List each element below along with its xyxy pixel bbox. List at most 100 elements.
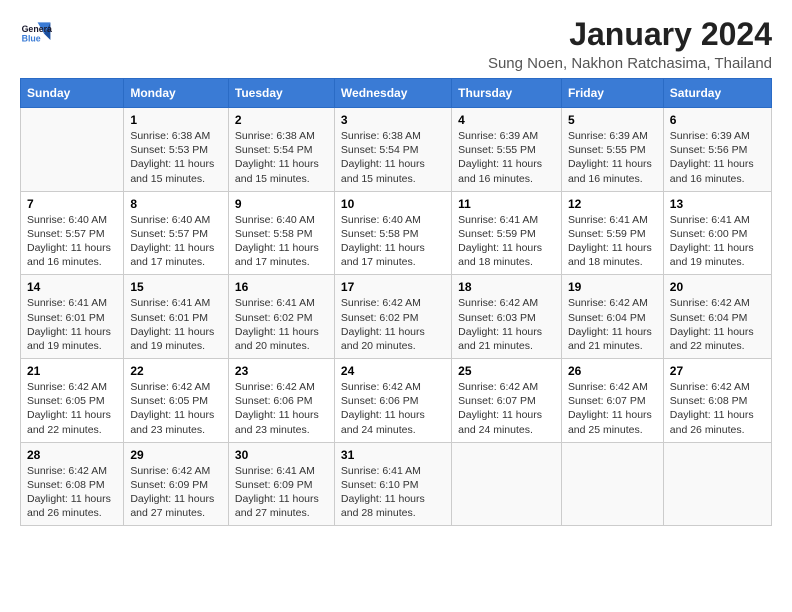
day-cell: 24Sunrise: 6:42 AMSunset: 6:06 PMDayligh… xyxy=(334,359,451,443)
day-number: 26 xyxy=(568,364,657,378)
week-row-2: 14Sunrise: 6:41 AMSunset: 6:01 PMDayligh… xyxy=(21,275,772,359)
day-number: 10 xyxy=(341,197,445,211)
week-row-4: 28 Sunrise: 6:42 AMSunset: 6:08 PMDayligh… xyxy=(21,442,772,526)
day-number: 28 xyxy=(27,448,117,462)
day-number: 15 xyxy=(130,280,222,294)
day-info: Sunrise: 6:42 AMSunset: 6:07 PMDaylight:… xyxy=(458,381,542,436)
day-number: 16 xyxy=(235,280,328,294)
day-cell: 15Sunrise: 6:41 AMSunset: 6:01 PMDayligh… xyxy=(124,275,229,359)
day-number: 20 xyxy=(670,280,765,294)
day-number: 13 xyxy=(670,197,765,211)
week-row-3: 21Sunrise: 6:42 AMSunset: 6:05 PMDayligh… xyxy=(21,359,772,443)
day-info: Sunrise: 6:42 AMSunset: 6:06 PMDaylight:… xyxy=(235,381,319,436)
day-info: Sunrise: 6:42 AMSunset: 6:06 PMDaylight:… xyxy=(341,381,425,436)
day-info: Sunrise: 6:40 AMSunset: 5:57 PMDaylight:… xyxy=(130,214,214,269)
day-info: Sunrise: 6:41 AMSunset: 5:59 PMDaylight:… xyxy=(458,214,542,269)
day-number: 31 xyxy=(341,448,445,462)
day-info: Sunrise: 6:39 AMSunset: 5:56 PMDaylight:… xyxy=(670,130,754,185)
day-cell: 9Sunrise: 6:40 AMSunset: 5:58 PMDaylight… xyxy=(228,191,334,275)
day-info: Sunrise: 6:42 AMSunset: 6:08 PMDaylight:… xyxy=(670,381,754,436)
day-info: Sunrise: 6:42 AMSunset: 6:03 PMDaylight:… xyxy=(458,297,542,352)
day-info: Sunrise: 6:40 AMSunset: 5:58 PMDaylight:… xyxy=(341,214,425,269)
day-cell: 23 Sunrise: 6:42 AMSunset: 6:06 PMDayligh… xyxy=(228,359,334,443)
header-cell-friday: Friday xyxy=(561,79,663,108)
day-cell: 7Sunrise: 6:40 AMSunset: 5:57 PMDaylight… xyxy=(21,191,124,275)
svg-text:Blue: Blue xyxy=(22,34,41,44)
day-cell: 13 Sunrise: 6:41 AMSunset: 6:00 PMDayligh… xyxy=(663,191,771,275)
day-info: Sunrise: 6:42 AMSunset: 6:09 PMDaylight:… xyxy=(130,465,214,520)
calendar-table: SundayMondayTuesdayWednesdayThursdayFrid… xyxy=(20,78,772,526)
day-info: Sunrise: 6:42 AMSunset: 6:07 PMDaylight:… xyxy=(568,381,652,436)
day-number: 29 xyxy=(130,448,222,462)
subtitle: Sung Noen, Nakhon Ratchasima, Thailand xyxy=(488,55,772,72)
day-cell: 16 Sunrise: 6:41 AMSunset: 6:02 PMDayligh… xyxy=(228,275,334,359)
day-info: Sunrise: 6:42 AMSunset: 6:05 PMDaylight:… xyxy=(130,381,214,436)
day-info: Sunrise: 6:41 AMSunset: 6:00 PMDaylight:… xyxy=(670,214,754,269)
day-info: Sunrise: 6:41 AMSunset: 6:10 PMDaylight:… xyxy=(341,465,425,520)
day-info: Sunrise: 6:41 AMSunset: 6:09 PMDaylight:… xyxy=(235,465,319,520)
logo: General Blue xyxy=(20,16,54,48)
day-cell xyxy=(561,442,663,526)
week-row-0: 1 Sunrise: 6:38 AMSunset: 5:53 PMDaylight… xyxy=(21,108,772,192)
day-cell: 3Sunrise: 6:38 AMSunset: 5:54 PMDaylight… xyxy=(334,108,451,192)
day-info: Sunrise: 6:38 AMSunset: 5:54 PMDaylight:… xyxy=(235,130,319,185)
day-info: Sunrise: 6:42 AMSunset: 6:05 PMDaylight:… xyxy=(27,381,111,436)
day-info: Sunrise: 6:38 AMSunset: 5:53 PMDaylight:… xyxy=(130,130,214,185)
title-block: January 2024 Sung Noen, Nakhon Ratchasim… xyxy=(488,16,772,72)
day-cell: 21Sunrise: 6:42 AMSunset: 6:05 PMDayligh… xyxy=(21,359,124,443)
day-number: 4 xyxy=(458,113,555,127)
header-cell-sunday: Sunday xyxy=(21,79,124,108)
day-cell: 5Sunrise: 6:39 AMSunset: 5:55 PMDaylight… xyxy=(561,108,663,192)
day-cell: 11 Sunrise: 6:41 AMSunset: 5:59 PMDayligh… xyxy=(452,191,562,275)
day-info: Sunrise: 6:39 AMSunset: 5:55 PMDaylight:… xyxy=(458,130,542,185)
day-number: 22 xyxy=(130,364,222,378)
header-row: SundayMondayTuesdayWednesdayThursdayFrid… xyxy=(21,79,772,108)
header-cell-saturday: Saturday xyxy=(663,79,771,108)
day-number: 12 xyxy=(568,197,657,211)
day-number: 11 xyxy=(458,197,555,211)
page: General Blue January 2024 Sung Noen, Nak… xyxy=(0,0,792,536)
day-number: 23 xyxy=(235,364,328,378)
day-number: 2 xyxy=(235,113,328,127)
day-info: Sunrise: 6:42 AMSunset: 6:02 PMDaylight:… xyxy=(341,297,425,352)
day-info: Sunrise: 6:39 AMSunset: 5:55 PMDaylight:… xyxy=(568,130,652,185)
day-info: Sunrise: 6:41 AMSunset: 6:01 PMDaylight:… xyxy=(27,297,111,352)
day-cell xyxy=(21,108,124,192)
day-cell: 29 Sunrise: 6:42 AMSunset: 6:09 PMDayligh… xyxy=(124,442,229,526)
day-number: 8 xyxy=(130,197,222,211)
day-cell: 14Sunrise: 6:41 AMSunset: 6:01 PMDayligh… xyxy=(21,275,124,359)
day-number: 6 xyxy=(670,113,765,127)
header-cell-thursday: Thursday xyxy=(452,79,562,108)
day-cell xyxy=(452,442,562,526)
day-info: Sunrise: 6:42 AMSunset: 6:04 PMDaylight:… xyxy=(670,297,754,352)
day-cell: 19Sunrise: 6:42 AMSunset: 6:04 PMDayligh… xyxy=(561,275,663,359)
day-info: Sunrise: 6:40 AMSunset: 5:57 PMDaylight:… xyxy=(27,214,111,269)
day-cell: 30Sunrise: 6:41 AMSunset: 6:09 PMDayligh… xyxy=(228,442,334,526)
day-cell: 18Sunrise: 6:42 AMSunset: 6:03 PMDayligh… xyxy=(452,275,562,359)
day-cell: 25Sunrise: 6:42 AMSunset: 6:07 PMDayligh… xyxy=(452,359,562,443)
day-number: 3 xyxy=(341,113,445,127)
day-cell: 10 Sunrise: 6:40 AMSunset: 5:58 PMDayligh… xyxy=(334,191,451,275)
header-cell-monday: Monday xyxy=(124,79,229,108)
header: General Blue January 2024 Sung Noen, Nak… xyxy=(20,16,772,72)
day-cell xyxy=(663,442,771,526)
week-row-1: 7Sunrise: 6:40 AMSunset: 5:57 PMDaylight… xyxy=(21,191,772,275)
day-info: Sunrise: 6:42 AMSunset: 6:08 PMDaylight:… xyxy=(27,465,111,520)
logo-icon: General Blue xyxy=(20,16,52,48)
header-cell-wednesday: Wednesday xyxy=(334,79,451,108)
day-info: Sunrise: 6:41 AMSunset: 5:59 PMDaylight:… xyxy=(568,214,652,269)
day-cell: 1 Sunrise: 6:38 AMSunset: 5:53 PMDaylight… xyxy=(124,108,229,192)
day-cell: 2 Sunrise: 6:38 AMSunset: 5:54 PMDaylight… xyxy=(228,108,334,192)
day-cell: 28 Sunrise: 6:42 AMSunset: 6:08 PMDayligh… xyxy=(21,442,124,526)
day-cell: 12 Sunrise: 6:41 AMSunset: 5:59 PMDayligh… xyxy=(561,191,663,275)
day-cell: 17Sunrise: 6:42 AMSunset: 6:02 PMDayligh… xyxy=(334,275,451,359)
day-cell: 4 Sunrise: 6:39 AMSunset: 5:55 PMDaylight… xyxy=(452,108,562,192)
day-cell: 6 Sunrise: 6:39 AMSunset: 5:56 PMDaylight… xyxy=(663,108,771,192)
day-info: Sunrise: 6:41 AMSunset: 6:02 PMDaylight:… xyxy=(235,297,319,352)
day-cell: 27Sunrise: 6:42 AMSunset: 6:08 PMDayligh… xyxy=(663,359,771,443)
day-number: 1 xyxy=(130,113,222,127)
day-cell: 26 Sunrise: 6:42 AMSunset: 6:07 PMDayligh… xyxy=(561,359,663,443)
svg-text:General: General xyxy=(22,24,52,34)
header-cell-tuesday: Tuesday xyxy=(228,79,334,108)
day-cell: 8 Sunrise: 6:40 AMSunset: 5:57 PMDaylight… xyxy=(124,191,229,275)
